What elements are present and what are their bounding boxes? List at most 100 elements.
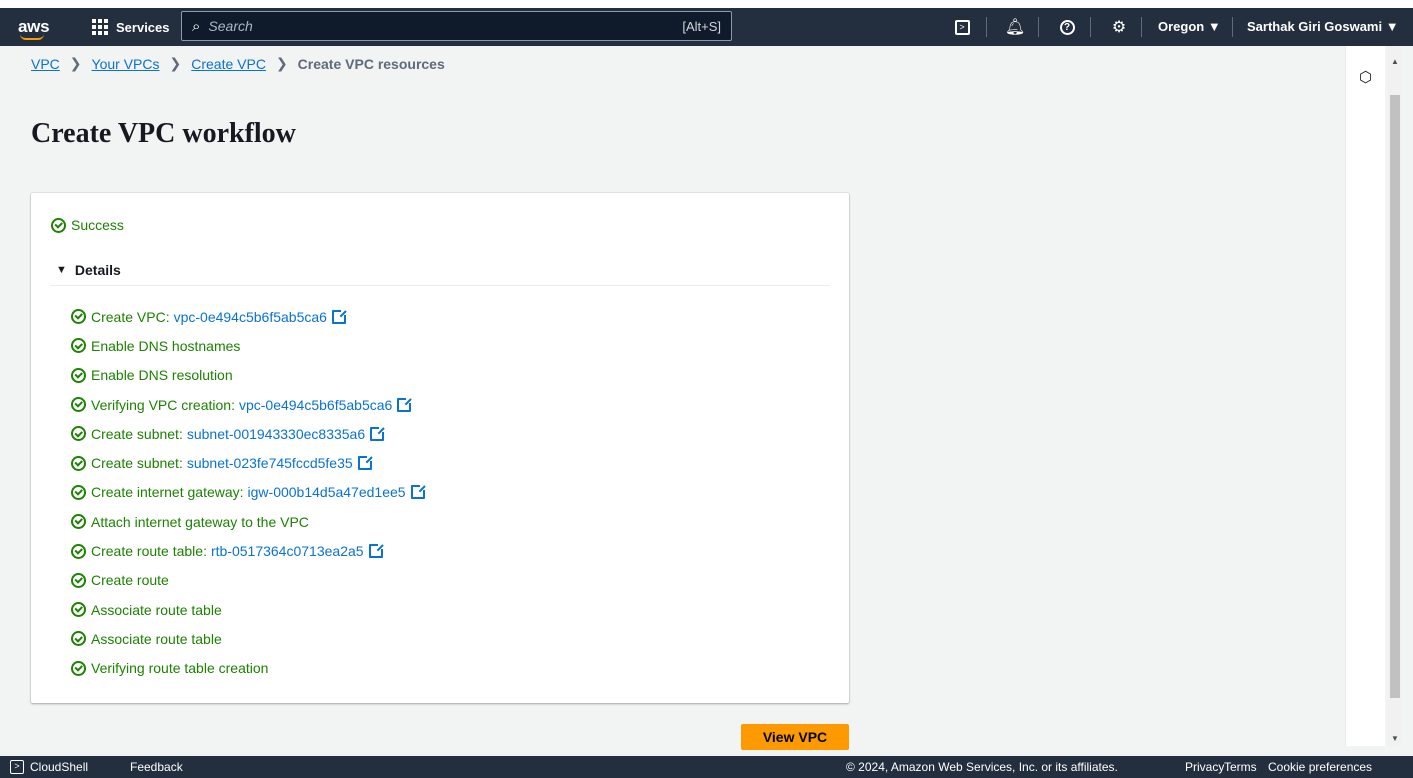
external-link-icon[interactable] bbox=[410, 484, 426, 500]
step-label: Create route bbox=[91, 572, 169, 589]
cloudshell-label: CloudShell bbox=[30, 760, 89, 774]
chevron-right-icon: ❯ bbox=[69, 55, 82, 71]
check-circle-icon bbox=[71, 484, 86, 500]
workflow-card: Success ▼ Details Create VPC: vpc-0e494c5… bbox=[31, 193, 849, 703]
search-box[interactable]: ⌕ [Alt+S] bbox=[181, 11, 732, 41]
check-circle-icon bbox=[71, 397, 86, 413]
check-circle-icon bbox=[71, 572, 86, 588]
workflow-step: Enable DNS resolution bbox=[71, 361, 425, 390]
step-label: Verifying VPC creation: bbox=[91, 396, 235, 413]
info-panel-icon[interactable]: ⬡ bbox=[1359, 68, 1372, 86]
details-label: Details bbox=[74, 262, 121, 278]
tools-panel-rail bbox=[1345, 46, 1385, 746]
workflow-step: Enable DNS hostnames bbox=[71, 331, 425, 360]
copyright-text: © 2024, Amazon Web Services, Inc. or its… bbox=[846, 760, 1118, 774]
status-text: Success bbox=[71, 217, 124, 233]
page-title: Create VPC workflow bbox=[31, 118, 296, 149]
check-circle-icon bbox=[71, 631, 86, 647]
bell-icon[interactable]: 🔔︎ bbox=[1004, 16, 1026, 38]
check-circle-icon bbox=[71, 602, 86, 618]
workflow-step: Create internet gateway: igw-000b14d5a47e… bbox=[71, 478, 426, 507]
workflow-step: Create route bbox=[71, 566, 425, 595]
step-label: Create subnet: bbox=[91, 425, 183, 442]
scrollbar-thumb[interactable] bbox=[1390, 95, 1400, 698]
step-label: Verifying route table creation bbox=[91, 660, 269, 677]
cloudshell-button[interactable]: > CloudShell bbox=[10, 760, 88, 774]
cloudshell-icon[interactable]: > bbox=[951, 16, 973, 38]
resource-link[interactable]: subnet-023fe745fccd5fe35 bbox=[187, 455, 353, 471]
settings-icon[interactable]: ⚙ bbox=[1108, 16, 1130, 38]
workflow-step: Attach internet gateway to the VPC bbox=[71, 507, 425, 536]
external-link-icon[interactable] bbox=[397, 396, 413, 412]
divider bbox=[51, 285, 829, 286]
steps-list: Create VPC: vpc-0e494c5b6f5ab5ca6 Enable D… bbox=[71, 302, 426, 683]
breadcrumb-vpc[interactable]: VPC bbox=[31, 56, 60, 72]
user-menu[interactable]: Sarthak Giri Goswami ▼ bbox=[1247, 19, 1399, 34]
nav-separator bbox=[1232, 17, 1233, 37]
step-label: Create route table: bbox=[91, 543, 207, 560]
workflow-step: Create route table: rtb-0517364c0713ea2a5 bbox=[71, 536, 425, 565]
search-shortcut: [Alt+S] bbox=[682, 18, 721, 34]
workflow-step: Associate route table bbox=[71, 595, 425, 624]
step-label: Associate route table bbox=[91, 630, 222, 647]
cookie-preferences-link[interactable]: Cookie preferences bbox=[1268, 760, 1372, 774]
check-circle-icon bbox=[71, 338, 86, 354]
services-button[interactable]: Services bbox=[92, 15, 170, 39]
external-link-icon[interactable] bbox=[331, 308, 347, 324]
view-vpc-button[interactable]: View VPC bbox=[741, 724, 849, 750]
terms-link[interactable]: Terms bbox=[1224, 760, 1257, 774]
resource-link[interactable]: vpc-0e494c5b6f5ab5ca6 bbox=[239, 397, 392, 413]
step-label: Create VPC: bbox=[91, 308, 170, 325]
region-selector[interactable]: Oregon ▼ bbox=[1158, 19, 1221, 34]
check-circle-icon bbox=[71, 660, 86, 676]
check-circle-icon bbox=[71, 309, 86, 325]
nav-separator bbox=[1038, 17, 1039, 37]
check-circle-icon bbox=[51, 217, 66, 233]
cloudshell-icon: > bbox=[10, 760, 24, 774]
step-label: Enable DNS resolution bbox=[91, 367, 233, 384]
search-input[interactable] bbox=[208, 18, 683, 34]
external-link-icon[interactable] bbox=[357, 455, 373, 471]
breadcrumb-your-vpcs[interactable]: Your VPCs bbox=[92, 56, 160, 72]
check-circle-icon bbox=[71, 367, 86, 383]
step-label: Attach internet gateway to the VPC bbox=[91, 513, 309, 530]
workflow-step: Create subnet: subnet-001943330ec8335a6 bbox=[71, 419, 425, 448]
nav-separator bbox=[1090, 17, 1091, 37]
details-toggle[interactable]: ▼ Details bbox=[56, 262, 121, 278]
privacy-link[interactable]: Privacy bbox=[1185, 760, 1224, 774]
workflow-step: Verifying route table creation bbox=[71, 654, 425, 683]
services-label: Services bbox=[116, 19, 170, 35]
check-circle-icon bbox=[71, 514, 86, 530]
help-icon[interactable]: ? bbox=[1056, 16, 1078, 38]
external-link-icon[interactable] bbox=[368, 543, 384, 559]
resource-link[interactable]: subnet-001943330ec8335a6 bbox=[187, 426, 365, 442]
feedback-link[interactable]: Feedback bbox=[130, 760, 183, 774]
nav-separator bbox=[986, 17, 987, 37]
scroll-up-arrow-icon[interactable]: ▲ bbox=[1391, 57, 1399, 66]
workflow-step: Verifying VPC creation: vpc-0e494c5b6f5ab… bbox=[71, 390, 425, 419]
workflow-step: Associate route table bbox=[71, 624, 425, 653]
workflow-step: Create VPC: vpc-0e494c5b6f5ab5ca6 bbox=[71, 302, 425, 331]
check-circle-icon bbox=[71, 455, 86, 471]
resource-link[interactable]: rtb-0517364c0713ea2a5 bbox=[211, 543, 364, 559]
external-link-icon[interactable] bbox=[370, 425, 386, 441]
nav-separator bbox=[1141, 17, 1142, 37]
aws-logo-smile bbox=[20, 34, 44, 40]
scroll-down-arrow-icon[interactable]: ▼ bbox=[1391, 734, 1399, 743]
breadcrumb-current: Create VPC resources bbox=[297, 55, 445, 72]
step-label: Create subnet: bbox=[91, 455, 183, 472]
footer: > CloudShell Feedback © 2024, Amazon Web… bbox=[0, 756, 1413, 778]
chevron-right-icon: ❯ bbox=[275, 55, 288, 71]
breadcrumb-create-vpc[interactable]: Create VPC bbox=[191, 56, 266, 72]
step-label: Associate route table bbox=[91, 601, 222, 618]
check-circle-icon bbox=[71, 426, 86, 442]
resource-link[interactable]: igw-000b14d5a47ed1ee5 bbox=[248, 484, 406, 500]
search-icon: ⌕ bbox=[192, 17, 201, 35]
resource-link[interactable]: vpc-0e494c5b6f5ab5ca6 bbox=[174, 309, 327, 325]
workflow-step: Create subnet: subnet-023fe745fccd5fe35 bbox=[71, 448, 425, 477]
top-strip bbox=[0, 0, 1413, 8]
success-status: Success bbox=[51, 217, 124, 233]
check-circle-icon bbox=[71, 543, 86, 559]
step-label: Create internet gateway: bbox=[91, 484, 244, 501]
grid-icon bbox=[92, 19, 108, 35]
